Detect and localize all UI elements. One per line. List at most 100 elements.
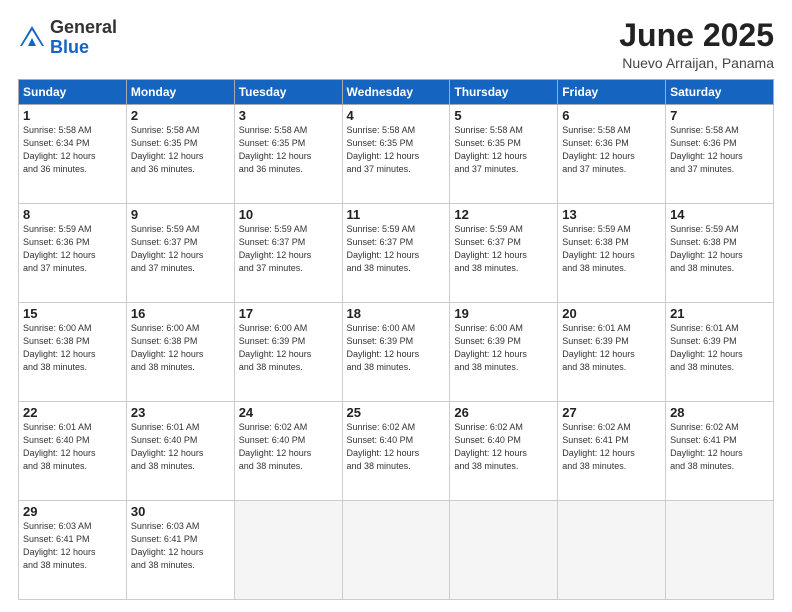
table-row: 2Sunrise: 5:58 AM Sunset: 6:35 PM Daylig… <box>126 105 234 204</box>
table-row: 25Sunrise: 6:02 AM Sunset: 6:40 PM Dayli… <box>342 402 450 501</box>
table-row: 23Sunrise: 6:01 AM Sunset: 6:40 PM Dayli… <box>126 402 234 501</box>
table-row: 16Sunrise: 6:00 AM Sunset: 6:38 PM Dayli… <box>126 303 234 402</box>
table-row: 5Sunrise: 5:58 AM Sunset: 6:35 PM Daylig… <box>450 105 558 204</box>
table-row <box>234 501 342 600</box>
table-row: 15Sunrise: 6:00 AM Sunset: 6:38 PM Dayli… <box>19 303 127 402</box>
day-number: 15 <box>23 306 122 321</box>
day-info: Sunrise: 5:58 AM Sunset: 6:36 PM Dayligh… <box>562 124 661 176</box>
table-row: 3Sunrise: 5:58 AM Sunset: 6:35 PM Daylig… <box>234 105 342 204</box>
table-row: 19Sunrise: 6:00 AM Sunset: 6:39 PM Dayli… <box>450 303 558 402</box>
table-row: 22Sunrise: 6:01 AM Sunset: 6:40 PM Dayli… <box>19 402 127 501</box>
table-row <box>342 501 450 600</box>
day-info: Sunrise: 6:02 AM Sunset: 6:41 PM Dayligh… <box>670 421 769 473</box>
day-info: Sunrise: 6:03 AM Sunset: 6:41 PM Dayligh… <box>23 520 122 572</box>
header-friday: Friday <box>558 80 666 105</box>
table-row: 17Sunrise: 6:00 AM Sunset: 6:39 PM Dayli… <box>234 303 342 402</box>
day-info: Sunrise: 5:59 AM Sunset: 6:37 PM Dayligh… <box>131 223 230 275</box>
day-info: Sunrise: 6:01 AM Sunset: 6:39 PM Dayligh… <box>670 322 769 374</box>
day-info: Sunrise: 6:00 AM Sunset: 6:39 PM Dayligh… <box>239 322 338 374</box>
day-number: 12 <box>454 207 553 222</box>
day-number: 6 <box>562 108 661 123</box>
day-number: 7 <box>670 108 769 123</box>
day-number: 13 <box>562 207 661 222</box>
day-number: 26 <box>454 405 553 420</box>
table-row: 9Sunrise: 5:59 AM Sunset: 6:37 PM Daylig… <box>126 204 234 303</box>
day-info: Sunrise: 6:00 AM Sunset: 6:38 PM Dayligh… <box>23 322 122 374</box>
day-info: Sunrise: 6:01 AM Sunset: 6:39 PM Dayligh… <box>562 322 661 374</box>
day-number: 5 <box>454 108 553 123</box>
day-info: Sunrise: 6:00 AM Sunset: 6:38 PM Dayligh… <box>131 322 230 374</box>
logo-blue: Blue <box>50 37 89 57</box>
day-number: 9 <box>131 207 230 222</box>
header-row: Sunday Monday Tuesday Wednesday Thursday… <box>19 80 774 105</box>
table-row: 26Sunrise: 6:02 AM Sunset: 6:40 PM Dayli… <box>450 402 558 501</box>
day-info: Sunrise: 5:58 AM Sunset: 6:36 PM Dayligh… <box>670 124 769 176</box>
day-info: Sunrise: 6:02 AM Sunset: 6:40 PM Dayligh… <box>347 421 446 473</box>
header-wednesday: Wednesday <box>342 80 450 105</box>
table-row: 24Sunrise: 6:02 AM Sunset: 6:40 PM Dayli… <box>234 402 342 501</box>
day-number: 19 <box>454 306 553 321</box>
header-sunday: Sunday <box>19 80 127 105</box>
main-title: June 2025 <box>619 18 774 53</box>
logo-text: General Blue <box>50 18 117 58</box>
subtitle: Nuevo Arraijan, Panama <box>619 55 774 71</box>
day-number: 28 <box>670 405 769 420</box>
day-number: 22 <box>23 405 122 420</box>
table-row: 10Sunrise: 5:59 AM Sunset: 6:37 PM Dayli… <box>234 204 342 303</box>
table-row: 12Sunrise: 5:59 AM Sunset: 6:37 PM Dayli… <box>450 204 558 303</box>
table-row: 6Sunrise: 5:58 AM Sunset: 6:36 PM Daylig… <box>558 105 666 204</box>
day-info: Sunrise: 5:58 AM Sunset: 6:35 PM Dayligh… <box>239 124 338 176</box>
day-info: Sunrise: 6:01 AM Sunset: 6:40 PM Dayligh… <box>131 421 230 473</box>
day-number: 27 <box>562 405 661 420</box>
table-row: 8Sunrise: 5:59 AM Sunset: 6:36 PM Daylig… <box>19 204 127 303</box>
day-number: 1 <box>23 108 122 123</box>
day-number: 3 <box>239 108 338 123</box>
logo-icon <box>18 24 46 52</box>
day-number: 17 <box>239 306 338 321</box>
day-info: Sunrise: 6:02 AM Sunset: 6:40 PM Dayligh… <box>454 421 553 473</box>
day-number: 20 <box>562 306 661 321</box>
table-row: 13Sunrise: 5:59 AM Sunset: 6:38 PM Dayli… <box>558 204 666 303</box>
day-info: Sunrise: 5:59 AM Sunset: 6:36 PM Dayligh… <box>23 223 122 275</box>
day-info: Sunrise: 5:58 AM Sunset: 6:35 PM Dayligh… <box>131 124 230 176</box>
day-info: Sunrise: 5:59 AM Sunset: 6:38 PM Dayligh… <box>562 223 661 275</box>
logo: General Blue <box>18 18 117 58</box>
page: General Blue June 2025 Nuevo Arraijan, P… <box>0 0 792 612</box>
table-row: 14Sunrise: 5:59 AM Sunset: 6:38 PM Dayli… <box>666 204 774 303</box>
table-row: 21Sunrise: 6:01 AM Sunset: 6:39 PM Dayli… <box>666 303 774 402</box>
header-monday: Monday <box>126 80 234 105</box>
table-row: 4Sunrise: 5:58 AM Sunset: 6:35 PM Daylig… <box>342 105 450 204</box>
day-info: Sunrise: 5:59 AM Sunset: 6:37 PM Dayligh… <box>347 223 446 275</box>
header-tuesday: Tuesday <box>234 80 342 105</box>
day-number: 18 <box>347 306 446 321</box>
day-info: Sunrise: 5:59 AM Sunset: 6:37 PM Dayligh… <box>454 223 553 275</box>
header-thursday: Thursday <box>450 80 558 105</box>
day-info: Sunrise: 5:58 AM Sunset: 6:35 PM Dayligh… <box>454 124 553 176</box>
day-info: Sunrise: 6:02 AM Sunset: 6:41 PM Dayligh… <box>562 421 661 473</box>
day-info: Sunrise: 5:58 AM Sunset: 6:35 PM Dayligh… <box>347 124 446 176</box>
table-row: 27Sunrise: 6:02 AM Sunset: 6:41 PM Dayli… <box>558 402 666 501</box>
day-number: 4 <box>347 108 446 123</box>
logo-general: General <box>50 17 117 37</box>
table-row: 11Sunrise: 5:59 AM Sunset: 6:37 PM Dayli… <box>342 204 450 303</box>
day-info: Sunrise: 6:00 AM Sunset: 6:39 PM Dayligh… <box>347 322 446 374</box>
day-info: Sunrise: 6:00 AM Sunset: 6:39 PM Dayligh… <box>454 322 553 374</box>
day-info: Sunrise: 6:01 AM Sunset: 6:40 PM Dayligh… <box>23 421 122 473</box>
day-info: Sunrise: 6:03 AM Sunset: 6:41 PM Dayligh… <box>131 520 230 572</box>
day-number: 16 <box>131 306 230 321</box>
day-number: 14 <box>670 207 769 222</box>
table-row: 29Sunrise: 6:03 AM Sunset: 6:41 PM Dayli… <box>19 501 127 600</box>
day-number: 11 <box>347 207 446 222</box>
table-row: 7Sunrise: 5:58 AM Sunset: 6:36 PM Daylig… <box>666 105 774 204</box>
calendar-table: Sunday Monday Tuesday Wednesday Thursday… <box>18 79 774 600</box>
day-number: 29 <box>23 504 122 519</box>
table-row <box>450 501 558 600</box>
day-number: 23 <box>131 405 230 420</box>
day-number: 24 <box>239 405 338 420</box>
day-info: Sunrise: 5:59 AM Sunset: 6:38 PM Dayligh… <box>670 223 769 275</box>
header: General Blue June 2025 Nuevo Arraijan, P… <box>18 18 774 71</box>
day-number: 2 <box>131 108 230 123</box>
table-row: 30Sunrise: 6:03 AM Sunset: 6:41 PM Dayli… <box>126 501 234 600</box>
day-info: Sunrise: 6:02 AM Sunset: 6:40 PM Dayligh… <box>239 421 338 473</box>
day-number: 25 <box>347 405 446 420</box>
